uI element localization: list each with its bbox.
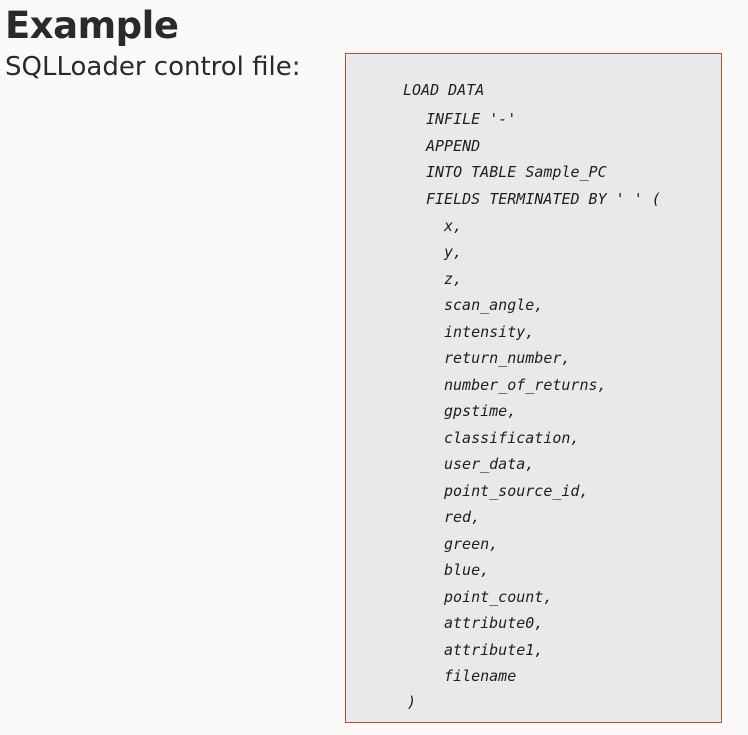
page-title: Example: [5, 4, 179, 47]
code-line-field: user_data,: [444, 455, 535, 473]
code-line-field: blue,: [444, 561, 490, 579]
code-line-field: filename: [444, 667, 517, 685]
code-block: LOAD DATA INFILE '-' APPEND INTO TABLE S…: [345, 53, 722, 723]
code-line-infile: INFILE '-': [426, 110, 517, 128]
code-line-field: x,: [444, 216, 463, 235]
code-line-field: gpstime,: [444, 402, 517, 420]
code-line-field: number_of_returns,: [444, 375, 607, 394]
code-line-field: classification,: [444, 428, 580, 447]
code-line-field: y,: [444, 243, 463, 261]
code-line-field: attribute1,: [444, 640, 544, 659]
code-line-field: intensity,: [444, 322, 535, 341]
code-line-field: scan_angle,: [444, 296, 544, 314]
code-line-append: APPEND: [426, 137, 481, 155]
code-line-close-paren: ): [407, 693, 417, 711]
code-line-field: green,: [444, 534, 499, 553]
code-line-field: point_source_id,: [444, 481, 589, 500]
code-line-into-table: INTO TABLE Sample_PC: [426, 163, 607, 181]
code-line-field: point_count,: [444, 587, 553, 606]
code-line-field: z,: [444, 269, 463, 288]
code-line-field: red,: [444, 508, 481, 526]
code-line-load-data: LOAD DATA: [403, 81, 485, 99]
code-line-field: return_number,: [444, 349, 571, 367]
code-line-field: attribute0,: [444, 614, 544, 632]
page-subtitle: SQLLoader control file:: [5, 52, 301, 82]
code-line-fields-terminated: FIELDS TERMINATED BY ' ' (: [426, 190, 661, 208]
